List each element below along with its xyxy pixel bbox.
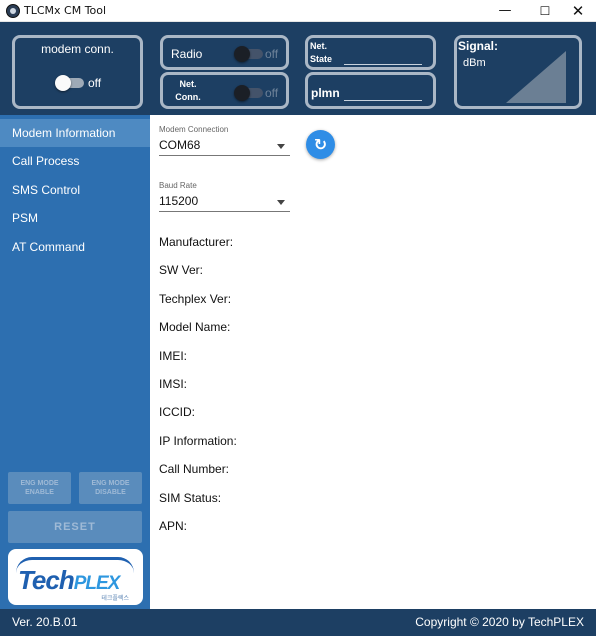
net-conn-state: off [265, 86, 279, 100]
eng-disable-line1: ENG MODE [91, 480, 130, 487]
eng-mode-disable-button[interactable]: ENG MODE DISABLE [79, 472, 142, 504]
modem-connection-select[interactable]: COM68 [159, 136, 290, 156]
iccid-label: ICCID: [159, 405, 195, 419]
copyright-text: Copyright © 2020 by TechPLEX [415, 615, 584, 629]
techplex-logo: TechPLEX 테크플렉스 [8, 549, 143, 605]
refresh-icon: ↻ [313, 135, 328, 154]
radio-label: Radio [171, 47, 203, 61]
close-button[interactable]: ✕ [555, 0, 596, 22]
baud-rate-value: 115200 [159, 194, 199, 208]
logo-wordmark: TechPLEX [18, 565, 121, 596]
model-name-label: Model Name: [159, 320, 231, 334]
signal-strength-icon [506, 51, 566, 103]
chevron-down-icon [277, 200, 285, 205]
signal-label: Signal: [458, 39, 499, 53]
eng-enable-line1: ENG MODE [20, 480, 59, 487]
logo-accent: PLEX [73, 573, 121, 594]
sidebar-item-psm[interactable]: PSM [0, 204, 150, 232]
app-icon [6, 4, 20, 18]
signal-panel: Signal: dBm [454, 35, 582, 109]
refresh-button[interactable]: ↻ [306, 130, 335, 159]
net-state-label-line2: State [310, 54, 333, 64]
radio-panel: Radio off [160, 35, 289, 70]
eng-mode-enable-button[interactable]: ENG MODE ENABLE [8, 472, 71, 504]
toggle-knob [55, 75, 71, 91]
status-header: modem conn. off Radio off Net. Conn. off … [0, 22, 596, 115]
signal-unit: dBm [463, 57, 486, 69]
net-state-label: Net. State [310, 40, 332, 66]
toggle-knob [234, 46, 250, 62]
sidebar-item-sms-control[interactable]: SMS Control [0, 176, 150, 204]
logo-subtitle: 테크플렉스 [101, 596, 129, 602]
toggle-knob [234, 85, 250, 101]
eng-enable-line2: ENABLE [25, 489, 54, 496]
net-conn-label: Net. Conn. [173, 78, 203, 104]
imei-label: IMEI: [159, 349, 188, 363]
title-bar: TLCMx CM Tool — ☐ ✕ [0, 0, 596, 22]
net-conn-panel: Net. Conn. off [160, 72, 289, 109]
radio-toggle[interactable] [234, 46, 263, 62]
sim-status-label: SIM Status: [159, 491, 222, 505]
baud-rate-select[interactable]: 115200 [159, 192, 290, 212]
reset-button[interactable]: RESET [8, 511, 142, 543]
sw-ver-label: SW Ver: [159, 263, 204, 277]
baud-rate-label: Baud Rate [159, 181, 197, 190]
plmn-label: plmn [311, 86, 340, 100]
version-text: Ver. 20.B.01 [12, 615, 78, 629]
sidebar: Modem Information Call Process SMS Contr… [0, 115, 150, 609]
modem-connection-label: Modem Connection [159, 125, 229, 134]
net-conn-label-line1: Net. [179, 79, 197, 89]
net-conn-label-line2: Conn. [175, 92, 201, 102]
net-conn-toggle[interactable] [234, 85, 263, 101]
ip-information-label: IP Information: [159, 434, 237, 448]
sidebar-item-modem-information[interactable]: Modem Information [0, 119, 150, 147]
manufacturer-label: Manufacturer: [159, 235, 234, 249]
net-state-value-line [344, 64, 422, 65]
apn-label: APN: [159, 519, 188, 533]
modem-connection-value: COM68 [159, 138, 201, 152]
status-footer: Ver. 20.B.01 Copyright © 2020 by TechPLE… [0, 609, 596, 636]
modem-conn-title: modem conn. [41, 42, 114, 56]
chevron-down-icon [277, 144, 285, 149]
sidebar-item-at-command[interactable]: AT Command [0, 233, 150, 261]
net-state-label-line1: Net. [310, 41, 328, 51]
modem-conn-panel: modem conn. off [12, 35, 143, 109]
plmn-panel: plmn [305, 72, 436, 109]
modem-conn-toggle[interactable] [55, 75, 84, 91]
radio-state: off [265, 47, 279, 61]
window-title: TLCMx CM Tool [24, 4, 107, 17]
call-number-label: Call Number: [159, 462, 230, 476]
eng-disable-line2: DISABLE [95, 489, 126, 496]
logo-main: Tech [18, 565, 75, 595]
sidebar-item-call-process[interactable]: Call Process [0, 147, 150, 175]
net-state-panel: Net. State [305, 35, 436, 70]
techplex-ver-label: Techplex Ver: [159, 292, 232, 306]
modem-conn-state: off [88, 76, 102, 90]
plmn-value-line [344, 100, 422, 101]
imsi-label: IMSI: [159, 377, 188, 391]
